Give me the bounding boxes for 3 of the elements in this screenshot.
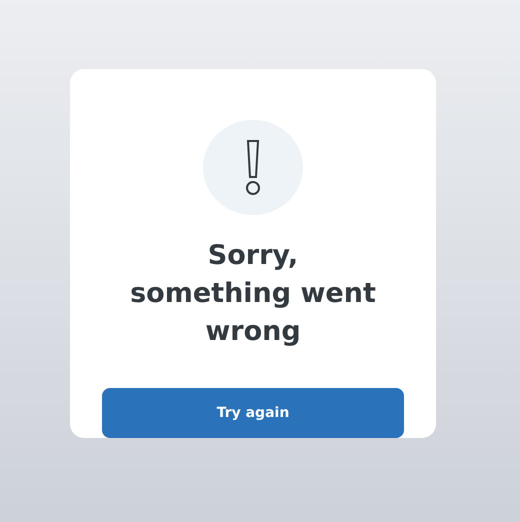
exclamation-icon bbox=[244, 140, 262, 196]
error-title: Sorry, something went wrong bbox=[129, 239, 377, 350]
try-again-button[interactable]: Try again bbox=[102, 388, 404, 438]
